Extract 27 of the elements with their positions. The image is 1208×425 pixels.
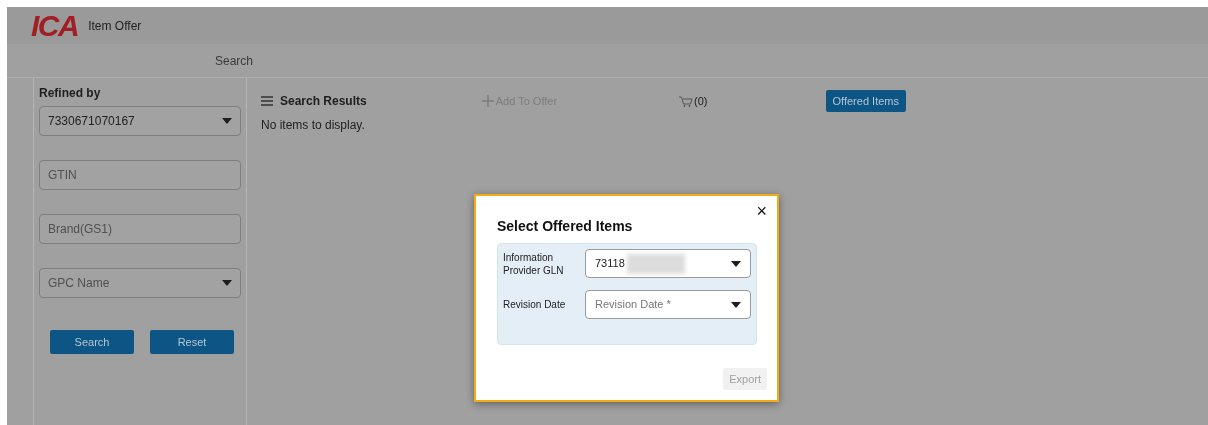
dropdown-field[interactable]: 73118 xyxy=(585,249,751,278)
field-label: Information Provider GLN xyxy=(503,250,565,277)
menu-icon[interactable] xyxy=(261,96,273,106)
app-title: Item Offer xyxy=(88,17,142,35)
dropdown-field[interactable]: GPC Name xyxy=(39,268,241,298)
dropdown-field[interactable]: 7330671070167 xyxy=(39,106,241,136)
dropdown-field[interactable]: Revision Date * xyxy=(585,290,751,319)
results-title: Search Results xyxy=(280,93,367,110)
dialog-title: Select Offered Items xyxy=(497,217,634,236)
logo[interactable]: ICA xyxy=(31,10,79,41)
caret-icon xyxy=(222,118,232,124)
empty-message: No items to display. xyxy=(261,117,366,134)
caret-icon xyxy=(222,280,232,286)
cart-count: (0) xyxy=(694,93,708,109)
plus-icon xyxy=(481,95,494,107)
caret-icon xyxy=(731,301,741,308)
offered-items-button[interactable]: Offered Items xyxy=(825,90,906,112)
cart-icon[interactable] xyxy=(679,95,694,107)
search-button[interactable]: Search xyxy=(50,330,134,354)
reset-button[interactable]: Reset xyxy=(150,330,234,354)
field-label: Revision Date xyxy=(503,298,567,311)
close-button[interactable]: × xyxy=(756,202,767,220)
caret-icon xyxy=(731,260,741,267)
search-tab[interactable]: Search xyxy=(215,51,254,70)
sidebar-heading: Refined by xyxy=(39,85,102,102)
input-field[interactable]: GTIN xyxy=(39,160,241,190)
input-field[interactable]: Brand(GS1) xyxy=(39,214,241,244)
